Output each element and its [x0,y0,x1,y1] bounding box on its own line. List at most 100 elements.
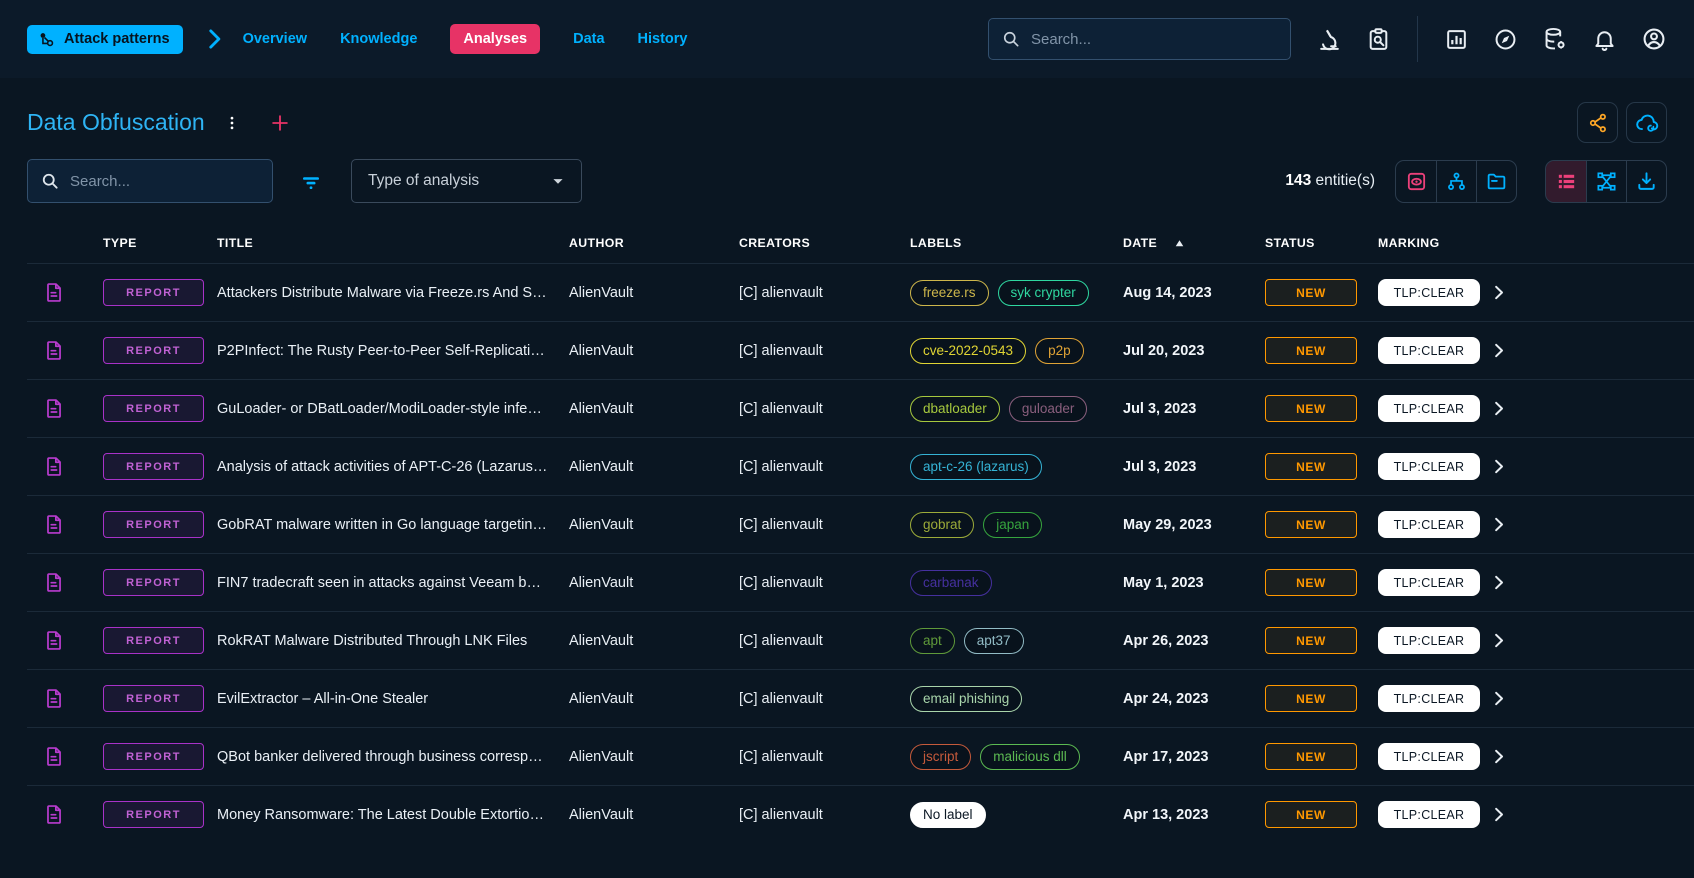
labels-cell: No label [910,802,1123,828]
label-chip[interactable]: apt-c-26 (lazarus) [910,454,1042,480]
table-row[interactable]: REPORT Attackers Distribute Malware via … [27,263,1694,321]
tree-view-icon[interactable] [1436,161,1476,202]
table-row[interactable]: REPORT Money Ransomware: The Latest Doub… [27,785,1694,843]
label-chip[interactable]: dbatloader [910,396,1000,422]
report-date: Apr 26, 2023 [1123,633,1265,649]
label-chip[interactable]: freeze.rs [910,280,989,306]
cloud-refresh-icon[interactable] [1626,102,1667,143]
report-file-icon [43,629,103,652]
folder-view-icon[interactable] [1476,161,1516,202]
report-date: Apr 24, 2023 [1123,691,1265,707]
add-icon[interactable] [267,110,293,136]
report-author: AlienVault [569,285,739,301]
tab-overview[interactable]: Overview [243,31,308,47]
clipboard-search-icon[interactable] [1366,27,1391,52]
row-chevron-right-icon[interactable] [1488,572,1509,593]
report-creators: [C] alienvault [739,633,910,649]
row-chevron-right-icon[interactable] [1488,630,1509,651]
header-author[interactable]: AUTHOR [569,236,739,250]
kebab-menu-icon[interactable] [219,110,245,136]
type-of-analysis-select[interactable]: Type of analysis [351,159,582,203]
filter-icon[interactable] [295,165,327,197]
table-row[interactable]: REPORT Analysis of attack activities of … [27,437,1694,495]
header-date[interactable]: DATE [1123,236,1265,250]
breadcrumb-chevron-icon [201,26,227,52]
row-chevron-right-icon[interactable] [1488,514,1509,535]
row-chevron-right-icon[interactable] [1488,746,1509,767]
database-gear-icon[interactable] [1542,26,1568,52]
header-status[interactable]: STATUS [1265,236,1378,250]
table-row[interactable]: REPORT P2PInfect: The Rusty Peer-to-Peer… [27,321,1694,379]
label-chip[interactable]: guloader [1009,396,1088,422]
marking-badge: TLP:CLEAR [1378,337,1480,364]
topbar-icon-group [1317,16,1667,62]
entities-count: 143 entitie(s) [1285,172,1375,190]
header-title[interactable]: TITLE [217,236,569,250]
row-chevron-right-icon[interactable] [1488,688,1509,709]
marking-badge: TLP:CLEAR [1378,801,1480,828]
download-icon[interactable] [1626,161,1666,202]
report-creators: [C] alienvault [739,575,910,591]
label-chip[interactable]: p2p [1035,338,1084,364]
threat-view-icon[interactable] [1396,161,1436,202]
label-chip[interactable]: apt37 [964,628,1024,654]
table-row[interactable]: REPORT RokRAT Malware Distributed Throug… [27,611,1694,669]
report-creators: [C] alienvault [739,285,910,301]
report-author: AlienVault [569,807,739,823]
sort-asc-icon [1173,237,1186,250]
label-chip[interactable]: apt [910,628,955,654]
header-labels[interactable]: LABELS [910,236,1123,250]
row-chevron-right-icon[interactable] [1488,804,1509,825]
entity-type-chip: REPORT [103,511,204,538]
entity-chip-attack-patterns[interactable]: Attack patterns [27,25,183,54]
header-type[interactable]: TYPE [103,236,217,250]
label-chip[interactable]: cve-2022-0543 [910,338,1026,364]
chart-icon[interactable] [1444,27,1469,52]
label-chip[interactable]: malicious dll [980,744,1080,770]
tab-knowledge[interactable]: Knowledge [340,31,417,47]
report-date: Apr 13, 2023 [1123,807,1265,823]
row-chevron-right-icon[interactable] [1488,456,1509,477]
share-icon[interactable] [1577,102,1618,143]
graph-view-icon[interactable] [1586,161,1626,202]
report-creators: [C] alienvault [739,401,910,417]
table-row[interactable]: REPORT QBot banker delivered through bus… [27,727,1694,785]
label-chip[interactable]: japan [983,512,1042,538]
compass-icon[interactable] [1493,27,1518,52]
row-chevron-right-icon[interactable] [1488,340,1509,361]
labels-cell: carbanak [910,570,1123,596]
report-file-icon [43,803,103,826]
global-search [988,18,1291,60]
header-creators[interactable]: CREATORS [739,236,910,250]
tab-data[interactable]: Data [573,31,604,47]
bell-icon[interactable] [1592,27,1617,52]
label-chip[interactable]: syk crypter [998,280,1089,306]
report-file-icon [43,455,103,478]
global-search-input[interactable] [1031,31,1278,48]
table-row[interactable]: REPORT GuLoader- or DBatLoader/ModiLoade… [27,379,1694,437]
row-chevron-right-icon[interactable] [1488,398,1509,419]
marking-badge: TLP:CLEAR [1378,279,1480,306]
label-chip[interactable]: carbanak [910,570,992,596]
label-chip[interactable]: gobrat [910,512,974,538]
marking-badge: TLP:CLEAR [1378,569,1480,596]
label-chip[interactable]: email phishing [910,686,1022,712]
chevron-down-icon [547,170,569,192]
microscope-icon[interactable] [1317,27,1342,52]
label-chip[interactable]: jscript [910,744,971,770]
table-row[interactable]: REPORT EvilExtractor – All-in-One Steale… [27,669,1694,727]
account-icon[interactable] [1641,26,1667,52]
label-chip[interactable]: No label [910,802,986,828]
header-marking[interactable]: MARKING [1378,236,1488,250]
table-row[interactable]: REPORT GobRAT malware written in Go lang… [27,495,1694,553]
row-chevron-right-icon[interactable] [1488,282,1509,303]
tab-history[interactable]: History [638,31,688,47]
search-icon [40,171,60,191]
labels-cell: apt-c-26 (lazarus) [910,454,1123,480]
list-search-input[interactable] [70,173,260,190]
table-row[interactable]: REPORT FIN7 tradecraft seen in attacks a… [27,553,1694,611]
list-view-icon[interactable] [1546,161,1586,202]
tab-analyses[interactable]: Analyses [450,24,540,54]
topbar-divider [1417,16,1418,62]
list-search [27,159,273,203]
